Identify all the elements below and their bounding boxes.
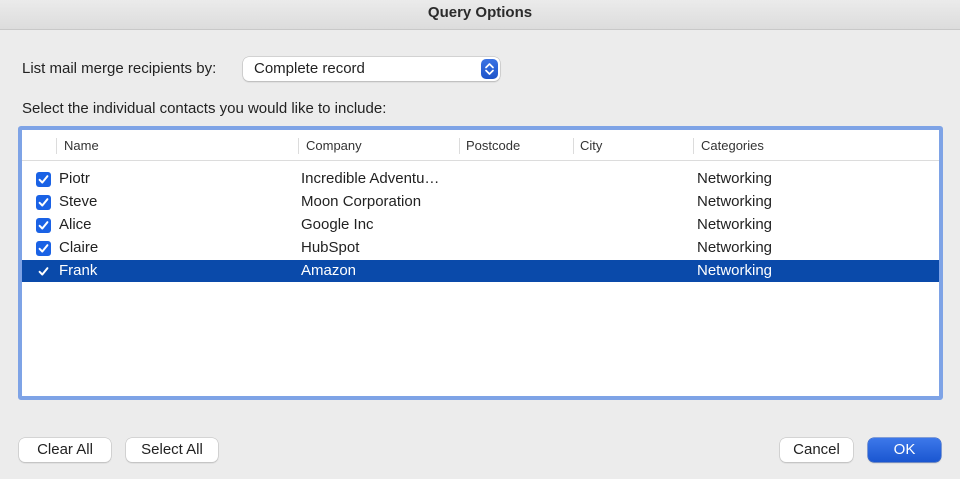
select-all-button[interactable]: Select All bbox=[126, 438, 218, 462]
cancel-button[interactable]: Cancel bbox=[780, 438, 853, 462]
recipients-table[interactable]: Name Company Postcode City Categories Pi… bbox=[22, 130, 939, 396]
column-separator bbox=[56, 138, 57, 154]
row-checkbox[interactable] bbox=[36, 172, 51, 187]
cell-name: Steve bbox=[59, 193, 98, 210]
row-checkbox[interactable] bbox=[36, 218, 51, 233]
table-row[interactable]: Claire HubSpot Networking bbox=[22, 237, 939, 259]
column-separator bbox=[298, 138, 299, 154]
cell-company: Incredible Adventu… bbox=[301, 170, 440, 187]
checkmark-icon bbox=[38, 267, 49, 276]
row-checkbox[interactable] bbox=[36, 195, 51, 210]
table-row[interactable]: Steve Moon Corporation Networking bbox=[22, 191, 939, 213]
cell-name: Piotr bbox=[59, 170, 90, 187]
select-contacts-label: Select the individual contacts you would… bbox=[22, 100, 387, 117]
cell-company: Moon Corporation bbox=[301, 193, 422, 210]
table-row-selected[interactable]: Frank Amazon Networking bbox=[22, 260, 939, 282]
clear-all-button[interactable]: Clear All bbox=[19, 438, 111, 462]
column-header-city[interactable]: City bbox=[574, 137, 602, 155]
list-by-label: List mail merge recipients by: bbox=[22, 60, 217, 77]
column-header-postcode[interactable]: Postcode bbox=[460, 137, 520, 155]
recipients-table-frame: Name Company Postcode City Categories Pi… bbox=[18, 126, 943, 400]
checkmark-icon bbox=[38, 198, 49, 207]
ok-button[interactable]: OK bbox=[868, 438, 941, 462]
column-header-name[interactable]: Name bbox=[58, 137, 99, 155]
row-checkbox[interactable] bbox=[36, 264, 51, 279]
checkmark-icon bbox=[38, 221, 49, 230]
cell-categories: Networking bbox=[697, 193, 773, 210]
column-header-company[interactable]: Company bbox=[300, 137, 362, 155]
cell-company: HubSpot bbox=[301, 239, 360, 256]
column-separator bbox=[693, 138, 694, 154]
cell-name: Alice bbox=[59, 216, 92, 233]
window-title: Query Options bbox=[0, 0, 960, 30]
cell-categories: Networking bbox=[697, 262, 773, 279]
cell-name: Frank bbox=[59, 262, 98, 279]
checkmark-icon bbox=[38, 175, 49, 184]
row-checkbox[interactable] bbox=[36, 241, 51, 256]
up-down-chevron-icon bbox=[481, 59, 498, 79]
column-header-categories[interactable]: Categories bbox=[695, 137, 764, 155]
checkmark-icon bbox=[38, 244, 49, 253]
list-by-value: Complete record bbox=[254, 60, 365, 77]
cell-categories: Networking bbox=[697, 239, 773, 256]
cell-company: Amazon bbox=[301, 262, 357, 279]
cell-company: Google Inc bbox=[301, 216, 374, 233]
cell-categories: Networking bbox=[697, 216, 773, 233]
list-by-popup[interactable]: Complete record bbox=[243, 57, 500, 81]
cell-name: Claire bbox=[59, 239, 99, 256]
table-header: Name Company Postcode City Categories bbox=[22, 130, 939, 161]
table-row[interactable]: Piotr Incredible Adventu… Networking bbox=[22, 168, 939, 190]
table-row[interactable]: Alice Google Inc Networking bbox=[22, 214, 939, 236]
cell-categories: Networking bbox=[697, 170, 773, 187]
